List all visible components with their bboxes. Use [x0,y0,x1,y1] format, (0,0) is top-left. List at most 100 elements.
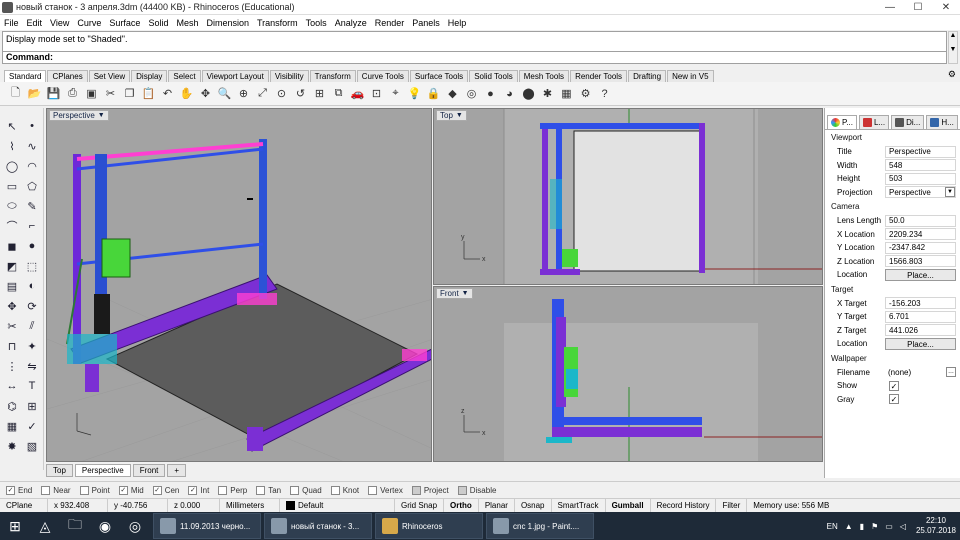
shaded-sphere-icon[interactable]: ● [481,85,500,103]
tab-visibility[interactable]: Visibility [269,70,309,82]
osnap-toggle[interactable]: Osnap [515,498,552,513]
checkbox[interactable] [290,485,300,495]
checkbox[interactable] [256,485,266,495]
add-viewport-tab-button[interactable]: + [167,463,187,477]
osnap-tan[interactable]: Tan [256,485,281,495]
panel-tab-properties[interactable]: P... [827,115,857,129]
car-icon[interactable]: 🚗 [348,85,367,103]
viewport-tab-perspective[interactable]: Perspective [74,463,131,477]
layer-indicator[interactable]: Default [280,498,395,513]
camera-place-button[interactable]: Place... [885,268,956,281]
osnap-vertex[interactable]: Vertex [368,485,403,495]
tab-cplanes[interactable]: CPlanes [47,70,88,82]
analyze-icon[interactable]: ⌬ [4,398,20,414]
help-icon[interactable]: ? [595,85,614,103]
z-location-field[interactable]: 1566.803 [885,255,956,268]
osnap-disable[interactable]: Disable [457,485,496,495]
rendered-sphere-icon[interactable]: ⬤ [519,85,538,103]
osnap-project[interactable]: Project [411,485,449,495]
point-icon[interactable]: • [24,118,40,134]
grid-snap-toggle[interactable]: Grid Snap [395,498,445,513]
render-icon[interactable]: ✸ [4,438,20,454]
array-icon[interactable]: ⋮ [4,358,20,374]
zoom-extents-icon[interactable]: ⤢ [253,85,272,103]
x-target-field[interactable]: -156.203 [885,297,956,310]
y-target-field[interactable]: 6.701 [885,310,956,323]
checkbox-checked[interactable]: ✓ [118,485,128,495]
gear-icon[interactable]: ⚙ [948,69,956,80]
taskbar-app-paint[interactable]: cnc 1.jpg - Paint.... [486,513,594,539]
sphere-solid-icon[interactable]: ● [24,238,40,254]
filter-toggle[interactable]: Filter [716,498,748,513]
viewport-menu-caret-icon[interactable]: ▼ [98,112,105,119]
layout-icon[interactable]: ▦ [4,418,20,434]
target-place-button[interactable]: Place... [885,337,956,350]
checkbox-checked[interactable]: ✓ [6,485,15,495]
save-icon[interactable]: 💾 [44,85,63,103]
dropdown-arrow-icon[interactable]: ▼ [945,187,955,198]
smarttrack-toggle[interactable]: SmartTrack [552,498,606,513]
menu-render[interactable]: Render [375,18,405,28]
copy-icon[interactable]: ❐ [120,85,139,103]
checkbox[interactable] [41,485,51,495]
trim-icon[interactable]: ✂ [4,318,20,334]
extrude-icon[interactable]: ⬚ [24,258,40,274]
x-location-field[interactable]: 2209.234 [885,228,956,241]
firefox-icon[interactable]: ◉ [90,513,120,539]
tab-drafting[interactable]: Drafting [628,70,667,82]
join-icon[interactable]: ⊓ [4,338,20,354]
z-target-field[interactable]: 441.026 [885,324,956,337]
named-cplanes-icon[interactable]: ⧉ [329,85,348,103]
move-icon[interactable]: ✥ [4,298,20,314]
osnap-near[interactable]: Near [41,485,71,495]
fillet-icon[interactable]: ⌐ [24,218,40,234]
lightbulb-icon[interactable]: ✱ [538,85,557,103]
menu-dimension[interactable]: Dimension [206,18,249,28]
viewport-tab-front[interactable]: Front [132,463,166,477]
viewport-tab-top[interactable]: Top [46,463,73,477]
cplane-indicator[interactable]: CPlane [0,498,48,513]
start-button-icon[interactable]: ⊞ [0,513,30,539]
import-icon[interactable]: ▣ [82,85,101,103]
hatch-icon[interactable]: ▧ [24,438,40,454]
freeform-icon[interactable]: ✎ [24,198,40,214]
render-sphere-icon[interactable]: ◕ [500,85,519,103]
menu-panels[interactable]: Panels [412,18,440,28]
checkbox[interactable] [218,485,228,495]
panel-tab-display[interactable]: Di... [891,115,925,129]
tab-mesh-tools[interactable]: Mesh Tools [518,70,570,82]
height-field[interactable]: 503 [885,172,956,185]
pan-icon[interactable]: ✋ [177,85,196,103]
circle-icon[interactable]: ◯ [4,158,20,174]
width-field[interactable]: 548 [885,159,956,172]
lens-length-field[interactable]: 50.0 [885,214,956,227]
command-prompt[interactable]: Command: [2,52,947,64]
viewport-menu-caret-icon[interactable]: ▼ [462,290,469,297]
menu-surface[interactable]: Surface [109,18,140,28]
grid-icon[interactable]: ⊡ [367,85,386,103]
osnap-end[interactable]: ✓ End [6,485,32,495]
display-icon[interactable]: ▭ [885,522,893,531]
checkbox[interactable] [79,485,89,495]
split-icon[interactable]: ⫽ [24,318,40,334]
mirror-icon[interactable]: ⇋ [24,358,40,374]
maximize-button[interactable]: ☐ [904,0,932,15]
tab-select[interactable]: Select [168,70,201,82]
box-solid-icon[interactable]: ◼ [4,238,20,254]
menu-file[interactable]: File [4,18,19,28]
taskbar-app-rhinoceros[interactable]: Rhinoceros [375,513,483,539]
menu-transform[interactable]: Transform [257,18,298,28]
explode-icon[interactable]: ✦ [24,338,40,354]
front-viewport[interactable]: z x Front ▼ [433,286,823,462]
tab-surface-tools[interactable]: Surface Tools [409,70,469,82]
perspective-viewport-title[interactable]: Perspective ▼ [49,110,109,121]
osnap-point[interactable]: Point [79,485,110,495]
osnap-int[interactable]: ✓ Int [188,485,209,495]
layer-icon[interactable]: ◆ [443,85,462,103]
color-wheel-icon[interactable]: ◎ [462,85,481,103]
four-viewports-icon[interactable]: ⊞ [310,85,329,103]
minimize-button[interactable]: — [876,0,904,15]
tab-transform[interactable]: Transform [309,70,356,82]
open-file-icon[interactable]: 📂 [25,85,44,103]
front-viewport-title[interactable]: Front ▼ [436,288,473,299]
